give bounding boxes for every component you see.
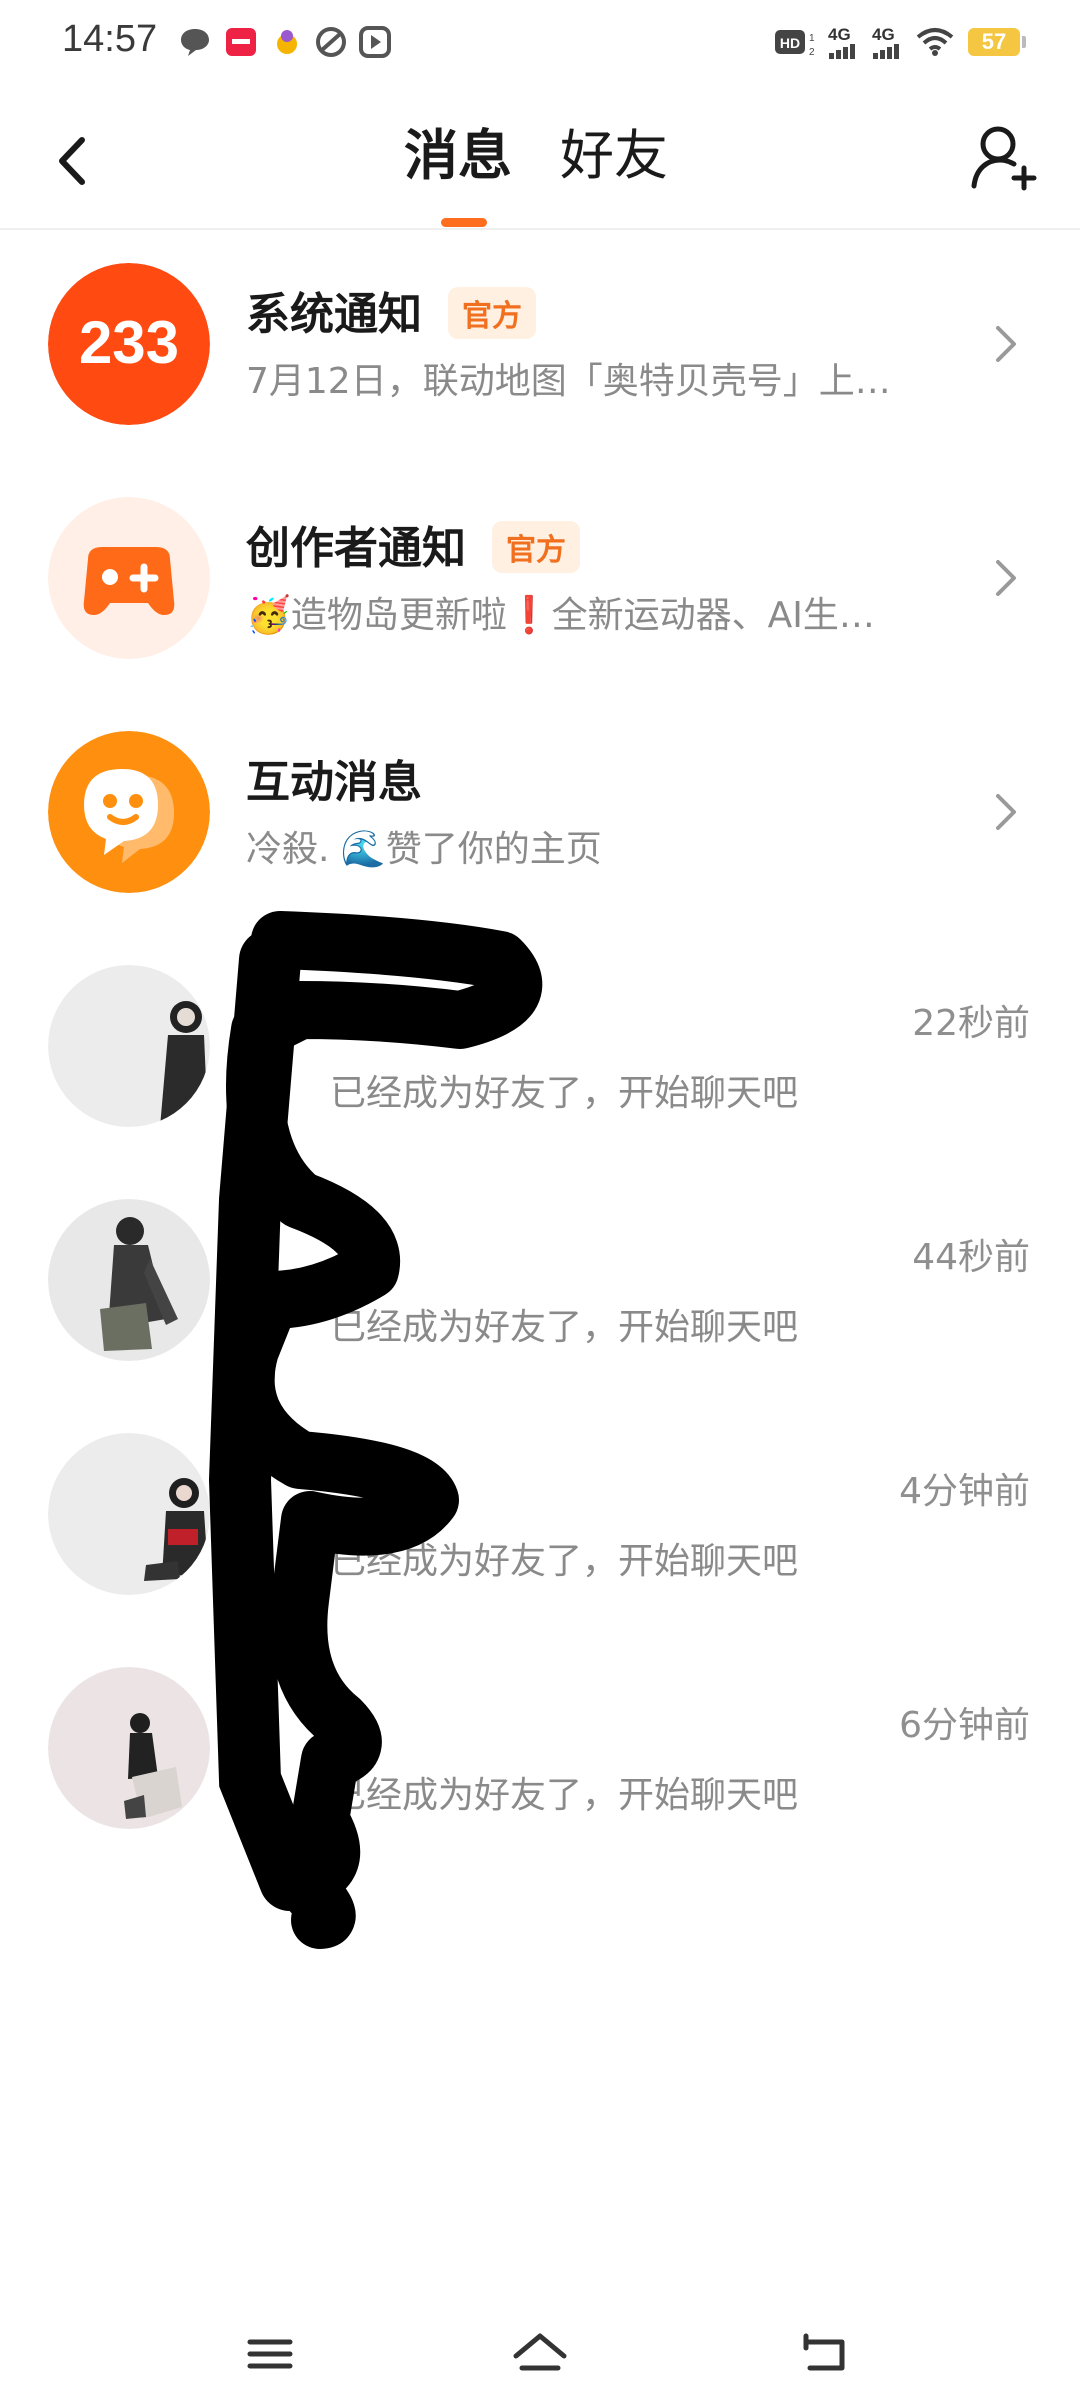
title-text: 系统通知 <box>246 289 422 340</box>
user-avatar <box>48 965 210 1127</box>
menu-icon[interactable] <box>238 2322 302 2386</box>
chat-message: 已经成为好友了，开始聊天吧 <box>330 1775 799 1816</box>
user-avatar <box>48 1667 210 1829</box>
chat-message: 已经成为好友了，开始聊天吧 <box>330 1541 799 1582</box>
list-item-creator-notice[interactable]: 创作者通知 官方 🥳造物岛更新啦❗全新运动器、AI生… <box>0 464 1080 698</box>
back-icon[interactable] <box>792 2322 856 2386</box>
app-notification-icon <box>316 27 346 57</box>
list-item-interactions[interactable]: 互动消息 冷殺. 🌊赞了你的主页 <box>0 698 1080 932</box>
chat-time: 22秒前 <box>912 1003 1030 1044</box>
row-subtitle: 🥳造物岛更新啦❗全新运动器、AI生… <box>246 595 875 636</box>
add-user-icon[interactable] <box>966 120 1046 200</box>
chevron-right-icon <box>996 326 1016 362</box>
signal-bars-icon <box>873 43 899 59</box>
title-text: 创作者通知 <box>246 523 466 574</box>
status-time: 14:57 <box>62 18 158 60</box>
chat-time: 6分钟前 <box>899 1705 1030 1746</box>
chevron-left-icon[interactable] <box>44 126 104 196</box>
hd-label: HD <box>780 35 800 51</box>
tab-indicator <box>441 218 487 227</box>
row-title: 系统通知 官方 <box>246 278 536 343</box>
system-233-avatar: 233 <box>48 263 210 425</box>
chat-item[interactable]: 4分钟前 已经成为好友了，开始聊天吧 <box>0 1400 1080 1634</box>
network-label: 4G <box>872 24 895 44</box>
status-right-group: HD 1 2 4G 4G 57 <box>774 22 1026 62</box>
tab-friends[interactable]: 好友 <box>560 124 668 189</box>
header: 消息 好友 <box>0 86 1080 230</box>
chat-message: 已经成为好友了，开始聊天吧 <box>330 1073 799 1114</box>
status-bar: 14:57 HD 1 2 4G 4G 57 <box>0 0 1080 86</box>
user-avatar <box>48 1433 210 1595</box>
home-icon[interactable] <box>508 2322 572 2386</box>
svg-text:2: 2 <box>809 47 814 57</box>
chat-bubble-icon <box>181 29 209 56</box>
gamepad-avatar <box>48 497 210 659</box>
chevron-right-icon <box>996 560 1016 596</box>
chat-item[interactable]: 44秒前 已经成为好友了，开始聊天吧 <box>0 1166 1080 1400</box>
row-title: 互动消息 <box>246 757 422 808</box>
network-label: 4G <box>828 24 851 44</box>
signal-bars-icon <box>829 43 855 59</box>
chat-message: 已经成为好友了，开始聊天吧 <box>330 1307 799 1348</box>
user-avatar <box>48 1199 210 1361</box>
chat-item[interactable]: 6分钟前 已经成为好友了，开始聊天吧 <box>0 1634 1080 1868</box>
message-list: 233 系统通知 官方 7月12日，联动地图「奥特贝壳号」上… 创作者通知 官方 🥳… <box>0 230 1080 1868</box>
app-notification-icon <box>226 28 256 56</box>
system-nav-bar <box>0 2300 1080 2408</box>
chat-time: 44秒前 <box>912 1237 1030 1278</box>
app-notification-icon <box>277 30 297 54</box>
row-title: 创作者通知 官方 <box>246 512 580 577</box>
chat-item[interactable]: 22秒前 已经成为好友了，开始聊天吧 <box>0 932 1080 1166</box>
signal-1: 4G <box>828 26 858 59</box>
hd-icon: HD 1 2 <box>775 30 814 57</box>
avatar-text: 233 <box>79 309 179 376</box>
row-subtitle: 7月12日，联动地图「奥特贝壳号」上… <box>246 361 891 402</box>
signal-2: 4G <box>872 26 902 59</box>
battery-indicator: 57 <box>968 28 1026 56</box>
row-subtitle: 冷殺. 🌊赞了你的主页 <box>246 829 602 870</box>
tab-messages[interactable]: 消息 <box>404 124 512 189</box>
wifi-icon <box>916 28 954 56</box>
play-icon <box>359 26 391 58</box>
chat-smile-avatar <box>48 731 210 893</box>
chat-time: 4分钟前 <box>899 1471 1030 1512</box>
official-badge: 官方 <box>448 287 536 339</box>
list-item-system-notice[interactable]: 233 系统通知 官方 7月12日，联动地图「奥特贝壳号」上… <box>0 230 1080 464</box>
svg-text:1: 1 <box>809 33 814 44</box>
official-badge: 官方 <box>492 521 580 573</box>
chevron-right-icon <box>996 794 1016 830</box>
